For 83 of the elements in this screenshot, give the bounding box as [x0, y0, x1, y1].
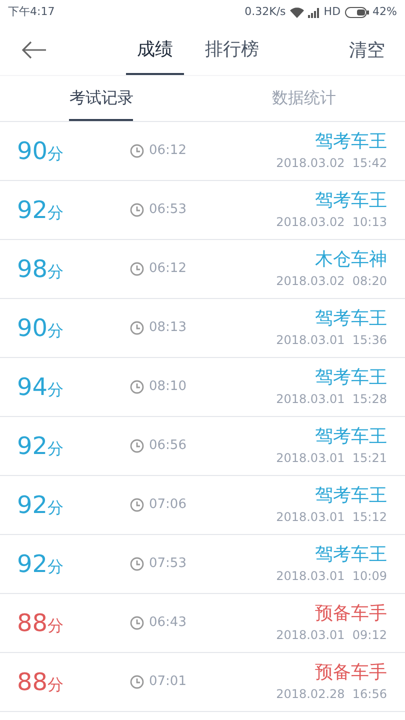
record-row[interactable]: 94分 08:10 驾考车王 2018.03.01 15:28	[0, 358, 405, 417]
duration: 06:43	[149, 614, 186, 632]
sub-tab[interactable]: 考试记录	[69, 76, 134, 121]
rank-title: 驾考车王	[315, 130, 387, 154]
clock-icon	[130, 498, 144, 512]
battery-icon	[344, 7, 369, 18]
score: 92	[17, 490, 48, 521]
score: 94	[17, 372, 48, 403]
record-row[interactable]: 88分 06:43 预备车手 2018.03.01 09:12	[0, 594, 405, 653]
record-row[interactable]: 90分 06:12 驾考车王 2018.03.02 15:42	[0, 122, 405, 181]
record-date: 2018.03.01 15:12	[276, 509, 387, 526]
score: 90	[17, 313, 48, 344]
clock-icon	[130, 616, 144, 630]
clock-icon	[130, 321, 144, 335]
battery-level: 42%	[372, 4, 397, 20]
clock-icon	[130, 203, 144, 217]
record-date: 2018.03.01 15:28	[276, 391, 387, 408]
duration: 07:53	[149, 555, 186, 574]
rank-title: 驾考车王	[315, 189, 387, 213]
record-row[interactable]: 90分 08:13 驾考车王 2018.03.01 15:36	[0, 299, 405, 358]
score-unit: 分	[48, 261, 64, 283]
clock-icon	[130, 262, 144, 276]
score: 90	[17, 136, 48, 167]
rank-title: 驾考车王	[315, 425, 387, 449]
rank-title: 驾考车王	[315, 307, 387, 331]
record-row[interactable]: 98分 06:12 木仓车神 2018.03.02 08:20	[0, 240, 405, 299]
duration: 06:12	[149, 260, 186, 278]
clock-icon	[130, 439, 144, 453]
record-date: 2018.03.01 15:21	[276, 450, 387, 467]
score: 92	[17, 195, 48, 226]
record-date: 2018.03.02 15:42	[276, 155, 387, 172]
status-time: 下午4:17	[8, 4, 55, 20]
record-date: 2018.03.02 08:20	[276, 273, 387, 290]
header-tab[interactable]: 排行榜	[194, 25, 270, 75]
duration: 08:10	[149, 378, 186, 396]
score-unit: 分	[48, 556, 64, 578]
clock-icon	[130, 144, 144, 158]
clock-icon	[130, 557, 144, 571]
score: 88	[17, 608, 48, 639]
score-unit: 分	[48, 438, 64, 460]
network-type: HD	[324, 4, 341, 20]
record-date: 2018.03.02 10:13	[276, 214, 387, 231]
signal-icon	[308, 8, 320, 18]
rank-title: 预备车手	[315, 661, 387, 685]
duration: 08:13	[149, 319, 186, 338]
rank-title: 木仓车神	[315, 248, 387, 272]
rank-title: 驾考车王	[315, 366, 387, 390]
score-unit: 分	[48, 143, 64, 165]
record-date: 2018.03.01 15:36	[276, 332, 387, 349]
record-row[interactable]: 92分 07:06 驾考车王 2018.03.01 15:12	[0, 476, 405, 535]
rank-title: 驾考车王	[315, 543, 387, 567]
rank-title: 预备车手	[315, 602, 387, 626]
score: 92	[17, 431, 48, 462]
score-unit: 分	[48, 497, 64, 519]
duration: 06:56	[149, 437, 186, 456]
record-date: 2018.03.01 09:12	[276, 627, 387, 644]
clock-icon	[130, 675, 144, 689]
score-unit: 分	[48, 202, 64, 224]
duration: 07:01	[149, 673, 186, 692]
score: 92	[17, 549, 48, 580]
clock-icon	[130, 380, 144, 394]
record-row[interactable]: 92分 07:53 驾考车王 2018.03.01 10:09	[0, 535, 405, 594]
clear-button[interactable]: 清空	[349, 36, 385, 64]
score-unit: 分	[48, 320, 64, 342]
wifi-icon	[290, 7, 304, 18]
duration: 06:53	[149, 201, 186, 220]
duration: 07:06	[149, 496, 186, 514]
sub-tab[interactable]: 数据统计	[272, 76, 336, 121]
record-row[interactable]: 88分 07:01 预备车手 2018.02.28 16:56	[0, 653, 405, 712]
record-date: 2018.02.28 16:56	[276, 686, 387, 703]
score: 88	[17, 667, 48, 698]
record-row[interactable]: 92分 06:56 驾考车王 2018.03.01 15:21	[0, 417, 405, 476]
header-tab[interactable]: 成绩	[126, 25, 184, 75]
network-speed: 0.32K/s	[244, 4, 286, 20]
record-date: 2018.03.01 10:09	[276, 568, 387, 585]
duration: 06:12	[149, 142, 186, 160]
score: 98	[17, 254, 48, 285]
score-unit: 分	[48, 379, 64, 401]
rank-title: 驾考车王	[315, 484, 387, 508]
record-row[interactable]: 92分 06:53 驾考车王 2018.03.02 10:13	[0, 181, 405, 240]
back-arrow-icon	[21, 41, 47, 59]
score-unit: 分	[48, 674, 64, 696]
score-unit: 分	[48, 615, 64, 637]
